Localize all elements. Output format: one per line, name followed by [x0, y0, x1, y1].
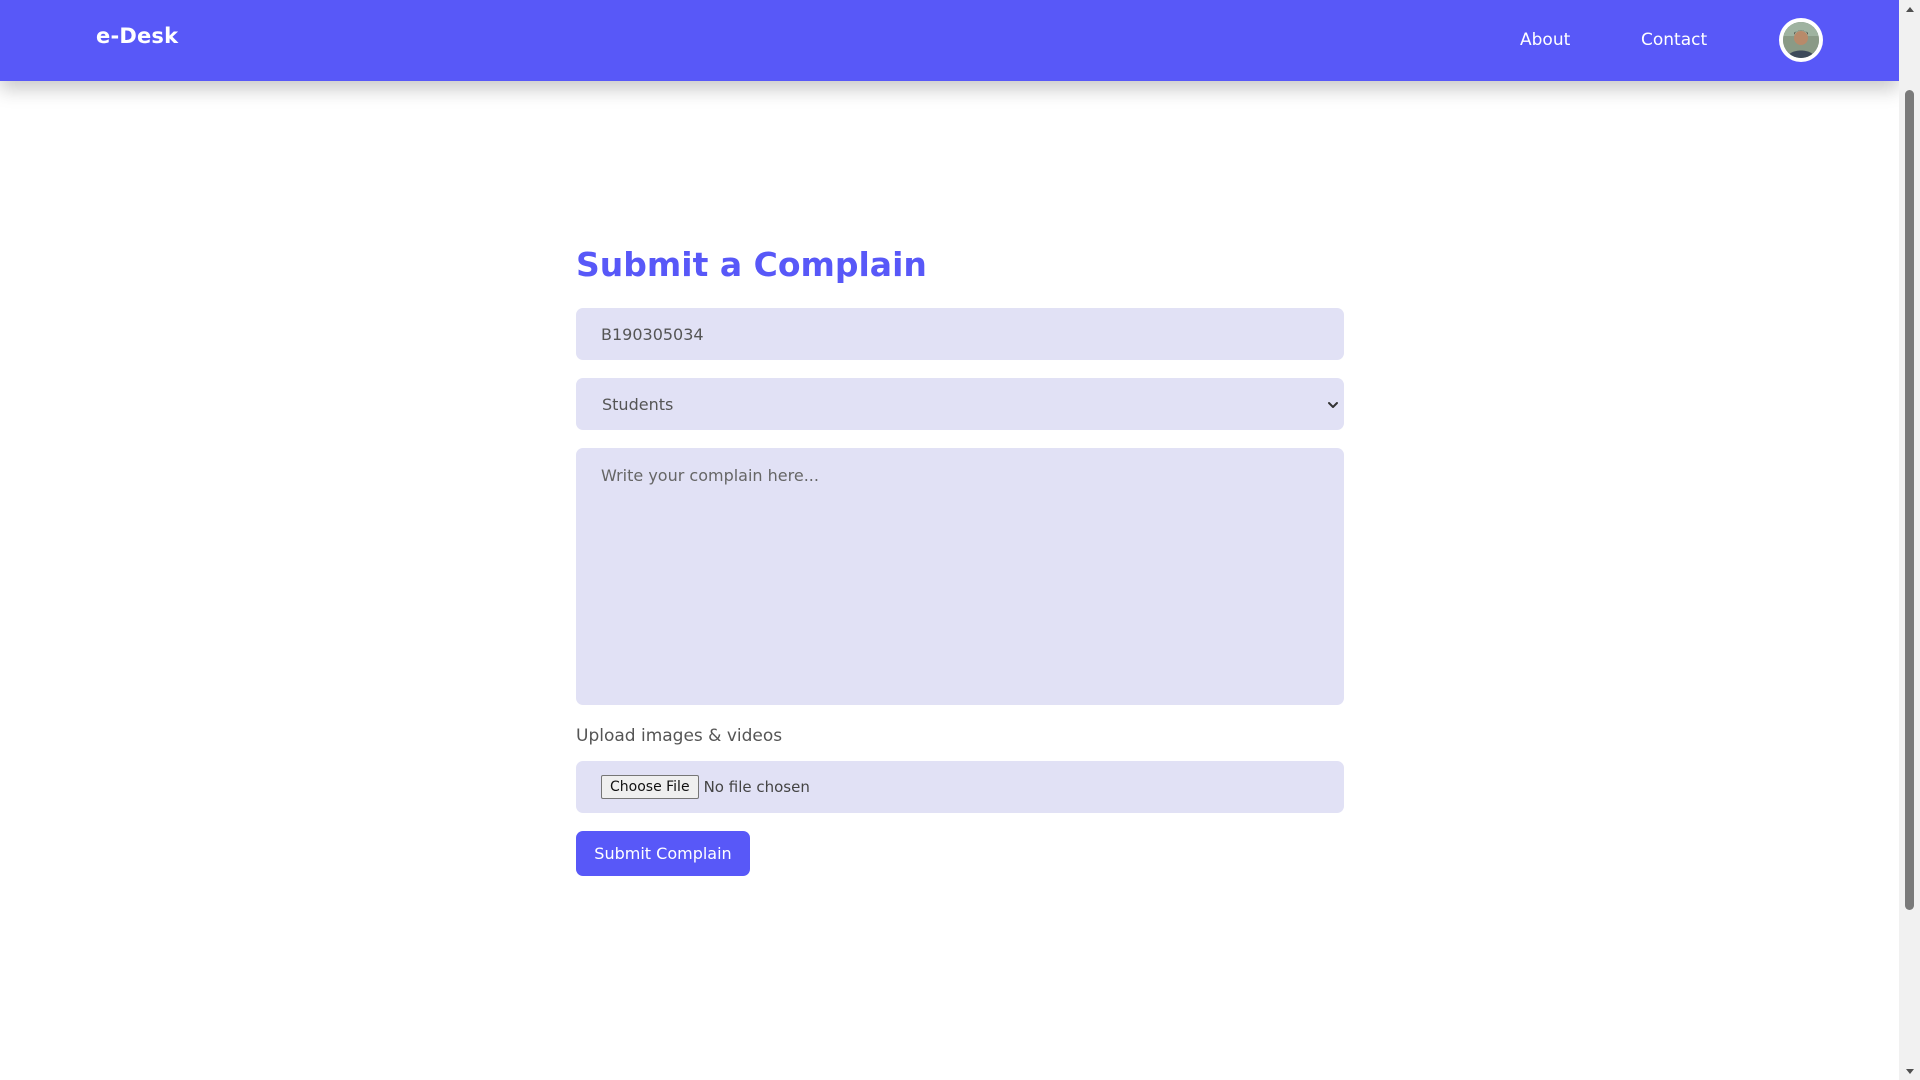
category-select[interactable]: Students [576, 378, 1344, 430]
scrollbar-thumb[interactable] [1905, 90, 1914, 910]
brand-logo[interactable]: e-Desk [96, 24, 178, 48]
top-navbar: e-Desk About Contact [0, 0, 1899, 81]
page: e-Desk About Contact Submit a Complain S… [0, 0, 1920, 1080]
vertical-scrollbar[interactable] [1899, 0, 1920, 1080]
submit-complain-button[interactable]: Submit Complain [576, 831, 750, 876]
upload-label: Upload images & videos [576, 726, 783, 746]
category-select-value: Students [602, 394, 674, 414]
page-title: Submit a Complain [576, 245, 927, 284]
arrow-up-icon[interactable] [1899, 0, 1920, 17]
file-upload-field: Choose File No file chosen [576, 761, 1344, 813]
complaint-textarea[interactable] [576, 448, 1344, 705]
nav-contact-link[interactable]: Contact [1641, 30, 1707, 50]
choose-file-button[interactable]: Choose File [601, 775, 699, 799]
nav-about-link[interactable]: About [1520, 30, 1570, 50]
arrow-down-icon[interactable] [1899, 1063, 1920, 1080]
student-id-input[interactable] [576, 308, 1344, 360]
user-avatar[interactable] [1779, 18, 1823, 62]
file-status-text: No file chosen [703, 778, 810, 796]
avatar-photo-icon [1783, 22, 1819, 58]
chevron-down-icon [1326, 397, 1340, 411]
